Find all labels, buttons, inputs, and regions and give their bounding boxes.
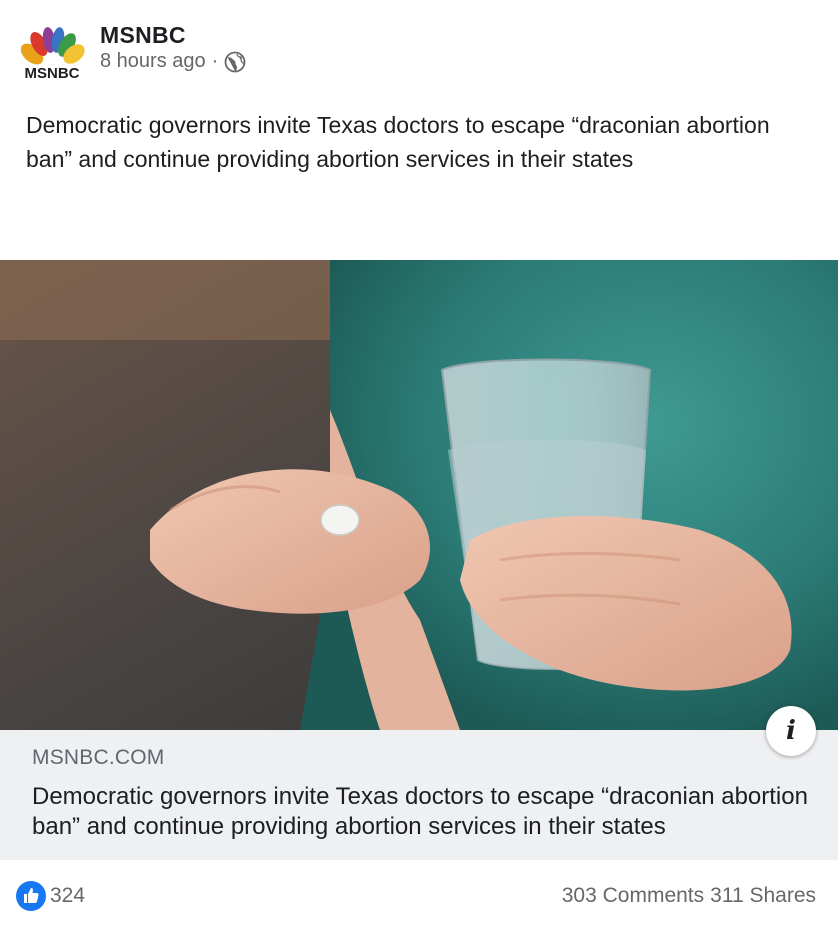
link-domain: MSNBC.COM bbox=[32, 746, 165, 769]
post-image[interactable] bbox=[0, 260, 838, 730]
globe-icon[interactable] bbox=[224, 51, 246, 73]
like-icon bbox=[16, 881, 46, 911]
post-text: Democratic governors invite Texas doctor… bbox=[26, 112, 770, 172]
post-header: MSNBC MSNBC 8 hours ago · bbox=[0, 0, 838, 100]
svg-text:MSNBC: MSNBC bbox=[25, 65, 80, 80]
msnbc-peacock-icon[interactable]: MSNBC bbox=[18, 22, 86, 80]
post-meta: 8 hours ago · bbox=[100, 50, 246, 73]
facebook-post: MSNBC MSNBC 8 hours ago · Democratic gov… bbox=[0, 0, 838, 930]
link-preview[interactable]: MSNBC.COM Democratic governors invite Te… bbox=[0, 730, 838, 860]
page-name-link[interactable]: MSNBC bbox=[100, 22, 186, 49]
comments-count-link[interactable]: 303 Comments bbox=[562, 884, 704, 908]
pill-and-water-photo bbox=[0, 260, 838, 730]
meta-separator: · bbox=[211, 50, 219, 72]
post-timestamp[interactable]: 8 hours ago bbox=[100, 50, 206, 73]
shares-count-link[interactable]: 311 Shares bbox=[710, 884, 816, 908]
reactions-summary[interactable]: 324 bbox=[16, 881, 85, 911]
info-icon[interactable]: i bbox=[766, 706, 816, 756]
engagement-stats: 303 Comments 311 Shares bbox=[562, 884, 816, 908]
post-footer: 324 303 Comments 311 Shares bbox=[0, 860, 838, 930]
link-title[interactable]: Democratic governors invite Texas doctor… bbox=[32, 782, 822, 842]
reaction-count[interactable]: 324 bbox=[50, 884, 85, 908]
